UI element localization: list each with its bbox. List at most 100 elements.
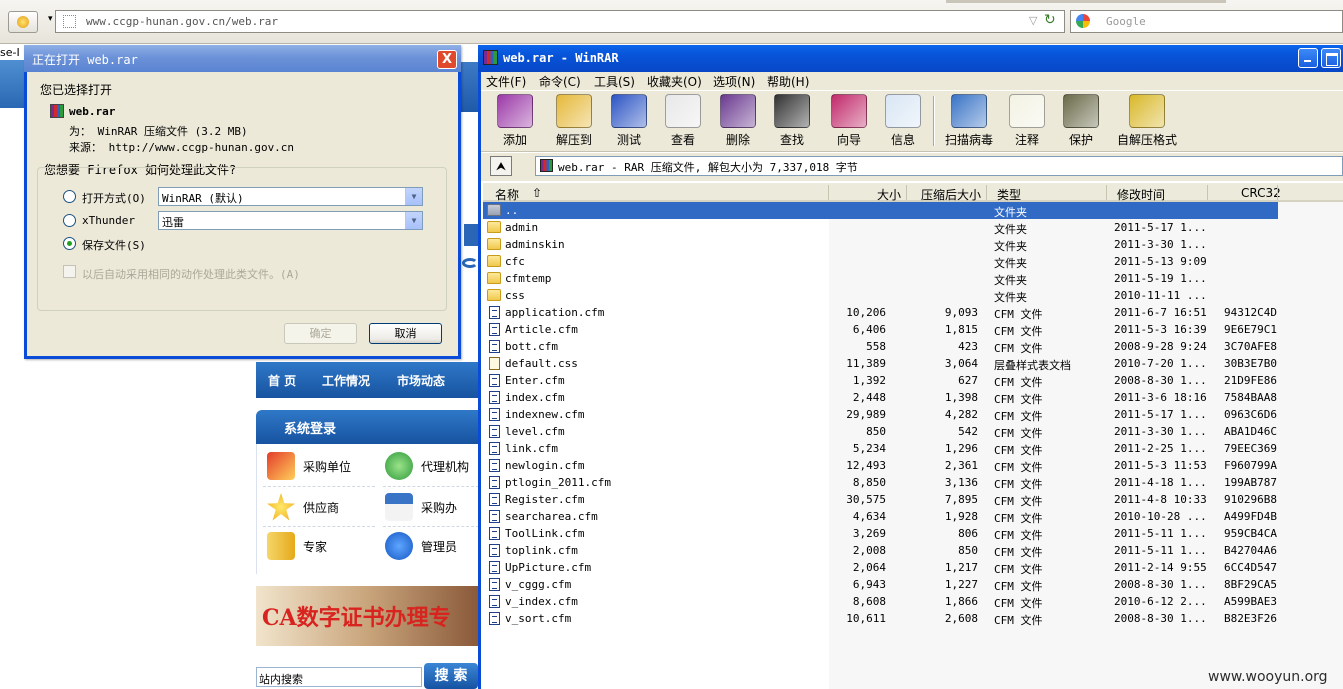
cell-type: CFM 文件 [994,512,1043,525]
cell-size: 12,493 [846,459,886,472]
nav-market[interactable]: 市场动态 [397,372,445,389]
login-buyer[interactable]: 采购单位 [267,452,351,480]
file-row[interactable]: v_index.cfm 8,608 1,866 CFM 文件 2010-6-12 2..… [483,593,1278,610]
file-row[interactable]: UpPicture.cfm 2,064 1,217 CFM 文件 2011-2-14 9… [483,559,1278,576]
save-file-label[interactable]: 保存文件(S) [82,237,146,253]
cfm-file-icon [489,459,500,472]
chevron-down-icon[interactable]: ▼ [405,212,422,229]
cell-type: CFM 文件 [994,427,1043,440]
tool-button-0[interactable]: 添加 [489,94,541,150]
col-size[interactable]: 大小 [877,186,901,203]
tool-button-5[interactable]: 查找 [766,94,818,150]
sort-arrow-icon[interactable]: ⇧ [532,186,542,200]
file-row[interactable]: v_cggg.cfm 6,943 1,227 CFM 文件 2008-8-30 1...… [483,576,1278,593]
cell-modified: 2011-2-14 9:55 [1114,561,1207,574]
cell-name: v_index.cfm [505,595,578,608]
xthunder-label[interactable]: xThunder [82,214,135,227]
cell-modified: 2011-5-17 1... [1114,408,1207,421]
open-with-label[interactable]: 打开方式(O) [82,190,146,206]
minimize-icon[interactable] [1298,48,1318,68]
file-row[interactable]: level.cfm 850 542 CFM 文件 2011-3-30 1... ABA1D… [483,423,1278,440]
menu-options[interactable]: 选项(N) [713,73,755,90]
file-row[interactable]: ToolLink.cfm 3,269 806 CFM 文件 2011-5-11 1...… [483,525,1278,542]
maximize-icon[interactable] [1321,48,1341,68]
menu-favorites[interactable]: 收藏夹(O) [647,73,702,90]
login-office[interactable]: 采购办 [385,493,457,521]
dialog-title[interactable]: 正在打开 web.rar [24,45,461,72]
login-admin[interactable]: 管理员 [385,532,457,560]
tool-button-8[interactable]: 扫描病毒 [942,94,996,150]
file-row[interactable]: v_sort.cfm 10,611 2,608 CFM 文件 2008-8-30 1..… [483,610,1278,627]
tool-button-3[interactable]: 查看 [657,94,709,150]
tool-button-11[interactable]: 自解压格式 [1115,94,1179,150]
archive-path[interactable]: web.rar - RAR 压缩文件, 解包大小为 7,337,018 字节 [535,156,1343,176]
url-text[interactable]: www.ccgp-hunan.gov.cn/web.rar [86,15,278,28]
winrar-app-icon[interactable] [483,50,498,65]
reload-icon[interactable]: ↻ [1044,12,1056,28]
col-packed[interactable]: 压缩后大小 [921,186,981,203]
site-search-input[interactable]: 站内搜索 [256,667,422,687]
file-row[interactable]: link.cfm 5,234 1,296 CFM 文件 2011-2-25 1... 79… [483,440,1278,457]
file-row[interactable]: ptlogin_2011.cfm 8,850 3,136 CFM 文件 2011-4-1… [483,474,1278,491]
tool-button-9[interactable]: 注释 [1000,94,1054,150]
identity-button[interactable] [8,11,38,33]
file-row[interactable]: admin 文件夹 2011-5-17 1... [483,219,1278,236]
file-row[interactable]: adminskin 文件夹 2011-3-30 1... [483,236,1278,253]
file-row[interactable]: Enter.cfm 1,392 627 CFM 文件 2008-8-30 1... 21D… [483,372,1278,389]
tool-button-4[interactable]: 删除 [712,94,764,150]
history-dropdown[interactable]: ▾ [48,14,53,24]
nav-home[interactable]: 首 页 [268,372,296,389]
radio-xthunder[interactable] [63,214,76,227]
radio-save-file[interactable] [63,237,76,250]
file-row[interactable]: cfmtemp 文件夹 2011-5-19 1... [483,270,1278,287]
file-row[interactable]: .. 文件夹 [483,202,1278,219]
dialog-close-icon[interactable]: X [437,50,457,69]
open-with-select[interactable]: WinRAR (默认) ▼ [158,187,423,206]
tool-button-7[interactable]: 信息 [877,94,929,150]
login-expert[interactable]: 专家 [267,532,327,560]
tool-button-2[interactable]: 测试 [603,94,655,150]
file-row[interactable]: searcharea.cfm 4,634 1,928 CFM 文件 2010-10-28… [483,508,1278,525]
file-row[interactable]: bott.cfm 558 423 CFM 文件 2008-9-28 9:24 3C70AF… [483,338,1278,355]
xthunder-select[interactable]: 迅雷 ▼ [158,211,423,230]
menu-commands[interactable]: 命令(C) [539,73,581,90]
nav-work[interactable]: 工作情况 [322,372,370,389]
login-supplier[interactable]: 供应商 [267,493,339,521]
file-row[interactable]: css 文件夹 2010-11-11 ... [483,287,1278,304]
menu-file[interactable]: 文件(F) [486,73,526,90]
cell-type: CFM 文件 [994,529,1043,542]
chevron-down-icon[interactable]: ▼ [405,188,422,205]
winrar-title[interactable]: web.rar - WinRAR [478,45,1343,72]
col-type[interactable]: 类型 [997,186,1021,203]
search-placeholder[interactable]: Google [1106,15,1146,28]
cfm-file-icon [489,374,500,387]
file-row[interactable]: application.cfm 10,206 9,093 CFM 文件 2011-6-7… [483,304,1278,321]
file-row[interactable]: cfc 文件夹 2011-5-13 9:09 [483,253,1278,270]
ok-button[interactable]: 确定 [284,323,357,344]
cell-type: 层叠样式表文档 [994,359,1071,372]
cell-modified: 2011-2-25 1... [1114,442,1207,455]
col-name[interactable]: 名称 [495,186,519,203]
file-row[interactable]: index.cfm 2,448 1,398 CFM 文件 2011-3-6 18:16 7… [483,389,1278,406]
up-folder-button[interactable]: ⮝ [490,156,512,176]
file-row[interactable]: Article.cfm 6,406 1,815 CFM 文件 2011-5-3 16:3… [483,321,1278,338]
menu-help[interactable]: 帮助(H) [767,73,809,90]
menu-tools[interactable]: 工具(S) [594,73,635,90]
radio-open-with[interactable] [63,190,76,203]
tool-button-1[interactable]: 解压到 [548,94,600,150]
file-row[interactable]: default.css 11,389 3,064 层叠样式表文档 2010-7-20 1… [483,355,1278,372]
col-modified[interactable]: 修改时间 [1117,186,1165,203]
file-row[interactable]: toplink.cfm 2,008 850 CFM 文件 2011-5-11 1... B… [483,542,1278,559]
login-agency[interactable]: 代理机构 [385,452,469,480]
tool-button-6[interactable]: 向导 [823,94,875,150]
file-row[interactable]: newlogin.cfm 12,493 2,361 CFM 文件 2011-5-3 11… [483,457,1278,474]
auto-action-checkbox[interactable] [63,265,76,278]
google-icon[interactable] [1076,14,1090,28]
cancel-button[interactable]: 取消 [369,323,442,344]
col-crc[interactable]: CRC32 [1241,186,1281,200]
file-row[interactable]: indexnew.cfm 29,989 4,282 CFM 文件 2011-5-17 1… [483,406,1278,423]
file-row[interactable]: Register.cfm 30,575 7,895 CFM 文件 2011-4-8 10… [483,491,1278,508]
site-search-button[interactable]: 搜 索 [424,663,478,689]
tool-button-10[interactable]: 保护 [1054,94,1108,150]
url-dropdown-icon[interactable]: ▽ [1029,14,1037,27]
